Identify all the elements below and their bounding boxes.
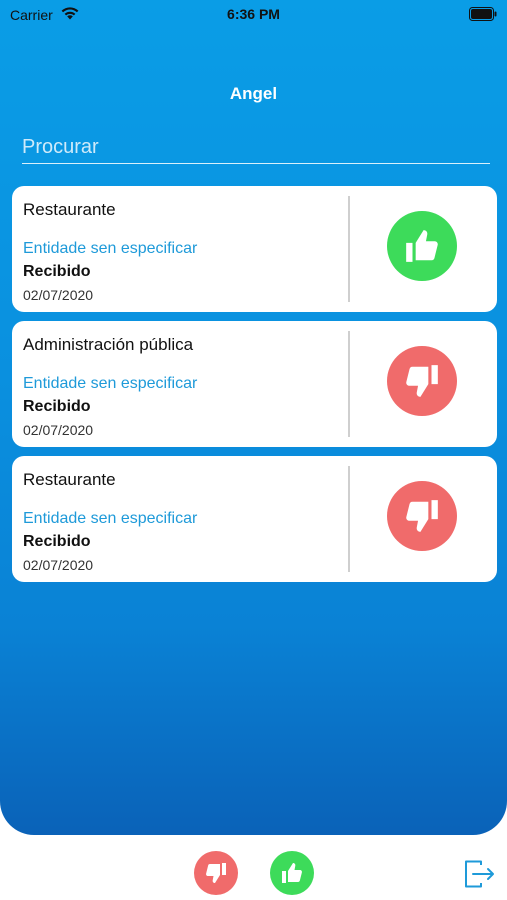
card-category: Administración pública xyxy=(23,335,194,354)
card-date: 02/07/2020 xyxy=(23,557,94,573)
list-item[interactable]: Restaurante Entidade sen especificar Rec… xyxy=(12,186,497,312)
filter-positive-button[interactable] xyxy=(270,851,314,895)
card-status: Recibido xyxy=(23,398,91,415)
card-divider xyxy=(348,331,350,437)
list-item[interactable]: Restaurante Entidade sen especificar Rec… xyxy=(12,456,497,582)
thumbs-up-icon xyxy=(282,863,302,883)
card-divider xyxy=(348,466,350,572)
card-date: 02/07/2020 xyxy=(23,422,94,438)
battery-icon xyxy=(469,7,497,21)
status-bar: Carrier 6:36 PM xyxy=(0,0,507,30)
search-input[interactable] xyxy=(22,132,490,162)
card-divider xyxy=(348,196,350,302)
complaint-list: Restaurante Entidade sen especificar Rec… xyxy=(12,186,497,591)
card-category: Restaurante xyxy=(23,470,116,489)
thumbs-down-icon xyxy=(387,346,457,416)
logout-icon[interactable] xyxy=(462,857,496,891)
card-entity: Entidade sen especificar xyxy=(23,240,198,257)
thumbs-down-icon xyxy=(206,863,226,883)
page-title: Angel xyxy=(229,84,278,103)
card-date: 02/07/2020 xyxy=(23,287,94,303)
card-entity: Entidade sen especificar xyxy=(23,510,198,527)
main-background: Carrier 6:36 PM Angel Restaurante Entida… xyxy=(0,0,507,835)
card-status: Recibido xyxy=(23,263,91,280)
thumbs-down-icon xyxy=(387,481,457,551)
card-category: Restaurante xyxy=(23,200,116,219)
search-bar xyxy=(22,132,490,164)
status-time: 6:36 PM xyxy=(227,6,280,22)
card-status: Recibido xyxy=(23,533,91,550)
list-item[interactable]: Administración pública Entidade sen espe… xyxy=(12,321,497,447)
thumbs-up-icon xyxy=(387,211,457,281)
filter-negative-button[interactable] xyxy=(194,851,238,895)
bottom-toolbar xyxy=(0,835,507,900)
card-entity: Entidade sen especificar xyxy=(23,375,198,392)
